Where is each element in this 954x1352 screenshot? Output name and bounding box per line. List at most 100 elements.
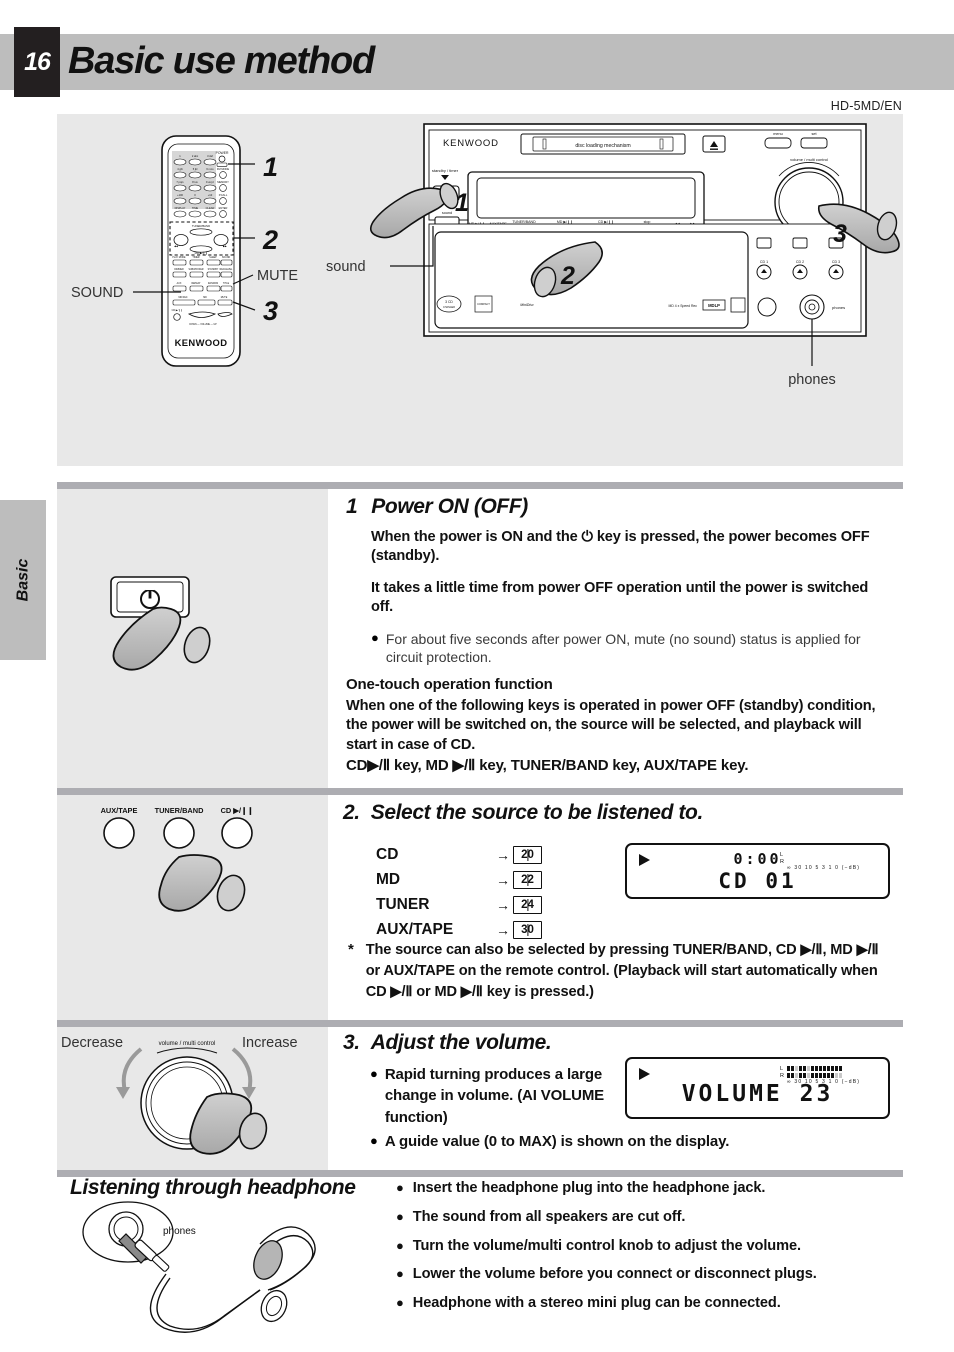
svg-text:MDLP: MDLP xyxy=(708,303,720,308)
bullet-icon: ● xyxy=(396,1295,404,1310)
svg-text:POWER: POWER xyxy=(216,151,229,155)
svg-text:CHANGER: CHANGER xyxy=(443,306,455,309)
svg-text:COMPACT: COMPACT xyxy=(477,302,490,306)
section-divider xyxy=(57,1020,903,1027)
section1-paragraph-1: When the power is ON and the ⏻ key is pr… xyxy=(371,529,870,565)
page-reference[interactable]: 22 xyxy=(513,870,542,889)
stereo-unit-drawing: KENWOOD disc loading mechanism menu set … xyxy=(423,123,867,337)
hand-pointer-source xyxy=(158,854,246,912)
sidebar-tab-basic[interactable]: Basic xyxy=(0,500,46,660)
unit-sound-label: sound xyxy=(326,259,366,275)
svg-text:7 pqrs: 7 pqrs xyxy=(176,180,184,184)
svg-text:CD 1: CD 1 xyxy=(760,260,768,264)
display-line-2: CD 01 xyxy=(718,869,797,893)
section1-illustration xyxy=(57,489,328,788)
meter-label-left: L xyxy=(780,851,784,858)
meter-row-right: R xyxy=(780,1072,876,1079)
arrow-icon: → xyxy=(496,921,510,938)
svg-text:2 abc: 2 abc xyxy=(192,154,199,158)
section2-text: 2. Select the source to be listened to. … xyxy=(328,795,903,1020)
svg-text:MEMORY: MEMORY xyxy=(217,180,229,184)
page-reference[interactable]: 24 xyxy=(513,895,542,914)
list-item: ● Lower the volume before you connect or… xyxy=(396,1266,916,1282)
section2-heading: Select the source to be listened to. xyxy=(370,801,704,824)
display-panel-cd: 0:00 CD 01 L R ∞ 30 10 5 3 1 0 (−dB) xyxy=(625,843,890,899)
svg-text:3 CD: 3 CD xyxy=(445,300,453,304)
section2-number: 2. xyxy=(343,801,360,824)
top-illustration-panel: POWER 1 2 abc 3 def 4 ghi 5 jkl 6 mno 7 pqrs… xyxy=(57,114,903,466)
svg-text:MD REC: MD REC xyxy=(178,297,187,299)
section1-heading: Power ON (OFF) xyxy=(371,495,528,518)
source-name: TUNER xyxy=(376,895,430,913)
svg-text:TUNER/BAND: TUNER/BAND xyxy=(512,220,536,224)
bullet-icon: ● xyxy=(371,629,379,645)
section2-note: The source can also be selected by press… xyxy=(365,942,879,1001)
meter-label-right: R xyxy=(780,858,784,865)
section2-illustration: AUX/TAPE TUNER/BAND CD ▶/❙❙ xyxy=(57,795,328,1020)
svg-text:TITLE: TITLE xyxy=(223,283,230,285)
arrow-icon: → xyxy=(496,871,510,888)
section1-text: 1 Power ON (OFF) When the power is ON an… xyxy=(328,489,903,788)
svg-text:standby / timer: standby / timer xyxy=(432,168,459,173)
svg-text:TIMER: TIMER xyxy=(192,257,199,259)
svg-text:SLEEP: SLEEP xyxy=(209,257,217,259)
knob-label-decrease: Decrease xyxy=(61,1035,123,1051)
svg-text:DIMMER: DIMMER xyxy=(174,269,184,271)
source-list: CD → 20 MD → 22 TUNER → 24 AUX/TAPE → 30 xyxy=(376,842,542,942)
section1-subtext: When one of the following keys is operat… xyxy=(346,697,876,753)
svg-text:sound: sound xyxy=(442,211,452,215)
svg-text:3 def: 3 def xyxy=(207,154,213,158)
illustration-svg: POWER 1 2 abc 3 def 4 ghi 5 jkl 6 mno 7 pqrs… xyxy=(71,123,900,388)
section-divider xyxy=(57,482,903,489)
source-button-label-cd: CD ▶/❙❙ xyxy=(221,806,254,815)
svg-text:TIME: TIME xyxy=(192,206,198,210)
svg-text:TUNER/BAND: TUNER/BAND xyxy=(192,224,210,228)
bullet-icon: ● xyxy=(396,1208,404,1224)
svg-text:CD 2: CD 2 xyxy=(796,260,804,264)
section3-bullet-2: A guide value (0 to MAX) is shown on the… xyxy=(384,1133,730,1150)
headphone-instruction-list: ● Insert the headphone plug into the hea… xyxy=(396,1180,916,1324)
svg-text:6 mno: 6 mno xyxy=(206,167,214,171)
source-row: CD → 20 xyxy=(376,842,542,867)
svg-text:MD: MD xyxy=(203,297,207,299)
list-item: ● The sound from all speakers are cut of… xyxy=(396,1209,916,1225)
svg-text:REC/LEVEL: REC/LEVEL xyxy=(220,269,233,271)
section3-heading: Adjust the volume. xyxy=(370,1031,552,1054)
source-row: TUNER → 24 xyxy=(376,892,542,917)
unit-callout-3: 3 xyxy=(833,220,847,248)
callout-number-1: 1 xyxy=(263,152,278,182)
source-button-aux xyxy=(103,817,135,849)
page-reference[interactable]: 20 xyxy=(513,845,542,864)
arrow-icon: → xyxy=(496,846,510,863)
source-button-cd xyxy=(221,817,253,849)
headphone-section-title: Listening through headphone xyxy=(70,1176,356,1199)
meter-scale: ∞ 30 10 5 3 1 0 (−dB) xyxy=(787,1079,861,1085)
display-panel-volume: VOLUME 23 L R ∞ 30 10 5 3 1 0 (−dB) xyxy=(625,1057,890,1119)
remote-mute-label: MUTE xyxy=(257,268,298,284)
bullet-icon: ● xyxy=(396,1180,404,1195)
source-name: AUX/TAPE xyxy=(376,920,454,938)
headphone-jack-label: phones xyxy=(163,1226,196,1237)
svg-text:PLAY MODE: PLAY MODE xyxy=(172,256,186,259)
note-marker: * xyxy=(348,941,354,958)
page-reference[interactable]: 30 xyxy=(513,920,542,939)
page-number: 16 xyxy=(14,27,60,97)
headphone-item-text: Headphone with a stereo mini plug can be… xyxy=(412,1295,781,1311)
knob-label-increase: Increase xyxy=(242,1035,298,1051)
callout-number-3: 3 xyxy=(263,296,278,326)
headphone-item-text: Lower the volume before you connect or d… xyxy=(412,1266,817,1283)
svg-text:phones: phones xyxy=(832,305,845,310)
section3-illustration: Decrease Increase volume / multi control xyxy=(57,1027,328,1170)
unit-callout-2: 2 xyxy=(560,262,575,290)
svg-text:menu: menu xyxy=(773,132,783,136)
headphone-item-text: The sound from all speakers are cut off. xyxy=(412,1208,686,1225)
meter-label-right: R xyxy=(780,1072,784,1079)
svg-text:MD ▶/❙❙: MD ▶/❙❙ xyxy=(557,219,573,224)
svg-text:RANDOM: RANDOM xyxy=(208,282,218,285)
svg-text:DOWN — VOLUME — UP: DOWN — VOLUME — UP xyxy=(189,324,217,326)
list-item: ● Turn the volume/multi control knob to … xyxy=(396,1238,916,1254)
meter-row-left: L xyxy=(780,1065,876,1072)
section-divider xyxy=(57,788,903,795)
svg-text:FM MODE: FM MODE xyxy=(217,167,230,171)
svg-text:P.CALL: P.CALL xyxy=(219,193,228,197)
